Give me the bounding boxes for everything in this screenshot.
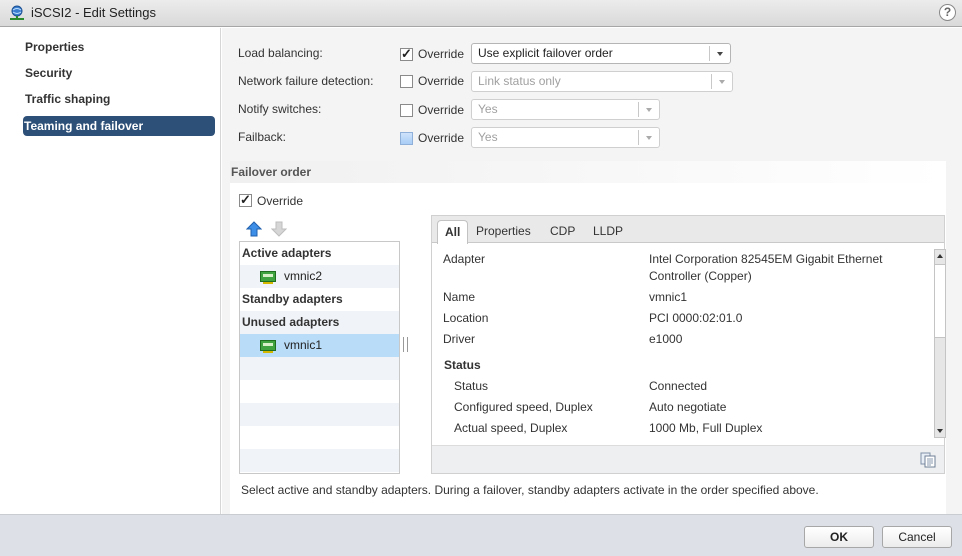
chevron-down-icon (646, 108, 652, 112)
copy-icon[interactable] (920, 452, 936, 468)
failback-label: Failback: (238, 130, 287, 144)
detail-value-actual-speed: 1000 Mb, Full Duplex (649, 421, 763, 435)
nav-item-traffic-shaping[interactable]: Traffic shaping (24, 89, 216, 109)
nav-item-teaming-and-failover[interactable]: Teaming and failover (23, 116, 215, 136)
failback-override-checkbox[interactable] (400, 132, 413, 145)
detail-label-status: Status (454, 379, 489, 393)
adapter-details-panel: All Properties CDP LLDP Adapter Intel Co… (431, 215, 946, 474)
failback-select[interactable]: Yes (471, 127, 660, 148)
chevron-down-icon (717, 52, 723, 56)
network-failure-detection-select[interactable]: Link status only (471, 71, 733, 92)
details-scrollbar[interactable] (934, 249, 946, 438)
chevron-down-icon (646, 136, 652, 140)
failback-value: Yes (478, 130, 498, 144)
chevron-down-icon (719, 80, 725, 84)
notify-switches-label: Notify switches: (238, 102, 322, 116)
detail-label-configured-speed: Configured speed, Duplex (454, 400, 593, 414)
scroll-up-icon[interactable] (937, 254, 943, 258)
select-separator (709, 46, 710, 61)
load-balancing-value: Use explicit failover order (478, 46, 613, 60)
nic-icon (260, 340, 276, 353)
detail-value-adapter-line2: Controller (Copper) (649, 269, 752, 283)
select-separator (638, 102, 639, 117)
dialog-footer: OK Cancel (0, 514, 962, 556)
load-balancing-label: Load balancing: (238, 46, 323, 60)
failover-order-heading: Failover order (230, 161, 946, 183)
notify-switches-override-label: Override (418, 103, 465, 117)
failover-hint-text: Select active and standby adapters. Duri… (241, 483, 819, 497)
detail-label-driver: Driver (443, 332, 475, 346)
detail-value-location: PCI 0000:02:01.0 (649, 311, 743, 325)
tab-lldp[interactable]: LLDP (586, 220, 630, 243)
network-icon (10, 5, 24, 20)
group-active-adapters: Active adapters (242, 246, 332, 260)
scroll-down-icon[interactable] (937, 429, 943, 433)
group-standby-adapters: Standby adapters (242, 292, 343, 306)
nav-item-security[interactable]: Security (24, 63, 216, 83)
scroll-thumb[interactable] (935, 264, 945, 338)
detail-value-adapter: Intel Corporation 82545EM Gigabit Ethern… (649, 252, 883, 266)
title-bar: iSCSI2 - Edit Settings ? (0, 0, 962, 27)
detail-value-configured-speed: Auto negotiate (649, 400, 727, 414)
splitter-handle[interactable] (403, 337, 408, 352)
tab-cdp[interactable]: CDP (543, 220, 582, 243)
failback-override-label: Override (418, 131, 465, 145)
group-unused-adapters: Unused adapters (240, 311, 399, 334)
detail-value-driver: e1000 (649, 332, 683, 346)
detail-label-name: Name (443, 290, 476, 304)
network-failure-override-label: Override (418, 74, 465, 88)
adapter-order-list: Active adapters vmnic2 Standby adapters … (239, 241, 400, 474)
select-separator (638, 130, 639, 145)
load-balancing-override-checkbox[interactable] (400, 46, 413, 62)
adapter-name: vmnic1 (284, 338, 323, 352)
details-footer (432, 445, 944, 473)
adapter-vmnic1[interactable]: vmnic1 (240, 334, 399, 357)
select-separator (711, 74, 712, 89)
nav-item-properties[interactable]: Properties (24, 37, 216, 57)
notify-switches-value: Yes (478, 102, 498, 116)
empty-row (240, 403, 399, 426)
details-tabbar: All Properties CDP LLDP (432, 216, 944, 244)
status-heading: Status (444, 358, 481, 372)
empty-row (240, 357, 399, 380)
detail-value-name: vmnic1 (649, 290, 688, 304)
detail-label-actual-speed: Actual speed, Duplex (454, 421, 568, 435)
adapter-name: vmnic2 (284, 269, 323, 283)
detail-label-location: Location (443, 311, 489, 325)
arrow-up-icon[interactable] (246, 221, 262, 237)
help-icon[interactable]: ? (939, 4, 956, 21)
nic-icon (260, 271, 276, 284)
arrow-down-icon[interactable] (271, 221, 287, 237)
ok-button[interactable]: OK (804, 526, 874, 548)
window-title: iSCSI2 - Edit Settings (31, 5, 156, 20)
teaming-failover-panel: Load balancing: Override Use explicit fa… (222, 28, 962, 514)
adapter-vmnic2[interactable]: vmnic2 (240, 265, 399, 288)
network-failure-override-checkbox[interactable] (400, 75, 413, 88)
notify-switches-select[interactable]: Yes (471, 99, 660, 120)
settings-nav: Properties Security Traffic shaping Team… (0, 28, 221, 514)
empty-row (240, 449, 399, 472)
load-balancing-select[interactable]: Use explicit failover order (471, 43, 731, 64)
load-balancing-override-label: Override (418, 47, 465, 61)
detail-label-adapter: Adapter (443, 252, 486, 266)
failover-override-label: Override (257, 194, 304, 208)
network-failure-detection-value: Link status only (478, 74, 561, 88)
network-failure-detection-label: Network failure detection: (238, 74, 374, 88)
tab-all[interactable]: All (437, 220, 469, 244)
empty-row (240, 380, 399, 403)
empty-row (240, 426, 399, 449)
detail-value-status: Connected (649, 379, 708, 393)
tab-properties[interactable]: Properties (469, 220, 538, 243)
cancel-button[interactable]: Cancel (882, 526, 952, 548)
failover-override-checkbox[interactable] (239, 192, 252, 208)
notify-switches-override-checkbox[interactable] (400, 104, 413, 117)
